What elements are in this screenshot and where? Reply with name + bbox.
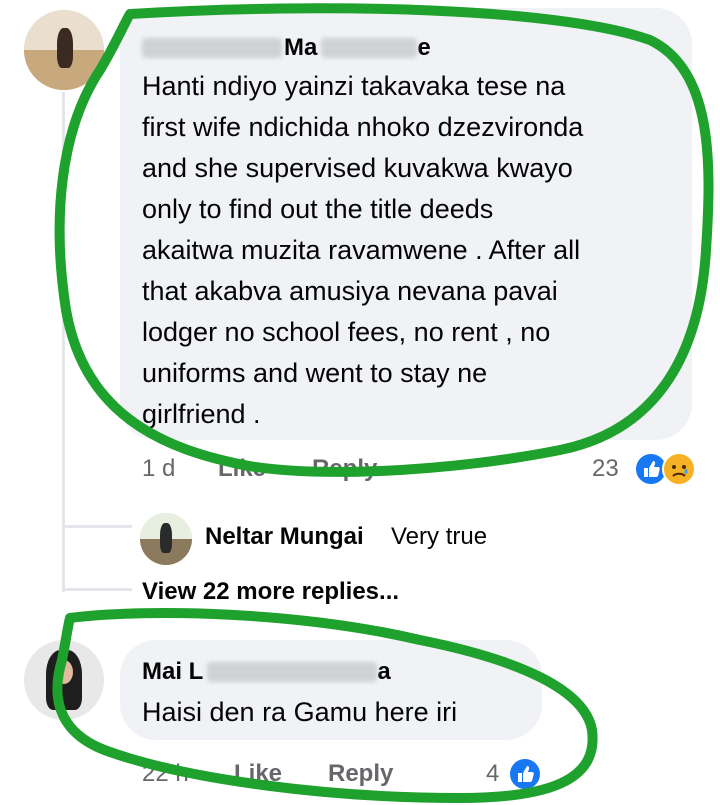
like-reaction-icon <box>508 757 542 791</box>
thread-line <box>62 92 65 592</box>
comment-author[interactable]: Mai La <box>142 658 391 686</box>
redacted-name <box>207 662 378 682</box>
like-button[interactable]: Like <box>218 455 266 483</box>
comment-time[interactable]: 22 h <box>142 760 189 788</box>
comment-text-line: akaitwa muzita ravamwene . After all <box>142 235 581 265</box>
reaction-count[interactable]: 23 <box>592 455 619 483</box>
avatar[interactable] <box>24 640 104 720</box>
comment-bubble: Mai La Haisi den ra Gamu here iri <box>120 640 542 740</box>
comment-text-line: only to find out the title deeds <box>142 194 494 224</box>
reply-button[interactable]: Reply <box>312 455 377 483</box>
thread-line <box>62 525 132 528</box>
comment-text-line: first wife ndichida nhoko dzezvironda <box>142 112 584 142</box>
reply-text: Very true <box>391 523 488 550</box>
comment-text-line: Hanti ndiyo yainzi takavaka tese na <box>142 71 566 101</box>
comment-text-line: girlfriend . <box>142 399 261 429</box>
reaction-count[interactable]: 4 <box>486 760 499 788</box>
comment-author[interactable]: Ma e <box>142 34 431 62</box>
comment-time[interactable]: 1 d <box>142 455 175 483</box>
reply-author[interactable]: Neltar Mungai <box>205 523 364 551</box>
redacted-name <box>321 38 418 58</box>
comment-text-line: that akabva amusiya nevana pavai <box>142 276 558 306</box>
sad-reaction-icon <box>662 452 696 486</box>
view-more-replies-link[interactable]: View 22 more replies... <box>142 578 399 606</box>
reply-button[interactable]: Reply <box>328 760 393 788</box>
comment-text-line: Haisi den ra Gamu here iri <box>142 697 458 727</box>
comment-text-line: uniforms and went to stay ne <box>142 358 488 388</box>
comment-text-line: lodger no school fees, no rent , no <box>142 317 551 347</box>
avatar[interactable] <box>140 513 192 565</box>
redacted-name <box>142 38 282 58</box>
comment-text-line: and she supervised kuvakwa kwayo <box>142 153 573 183</box>
comment-bubble: Ma e Hanti ndiyo yainzi takavaka tese na … <box>120 8 692 440</box>
avatar[interactable] <box>24 10 104 90</box>
thread-line <box>62 588 132 591</box>
like-button[interactable]: Like <box>234 760 282 788</box>
